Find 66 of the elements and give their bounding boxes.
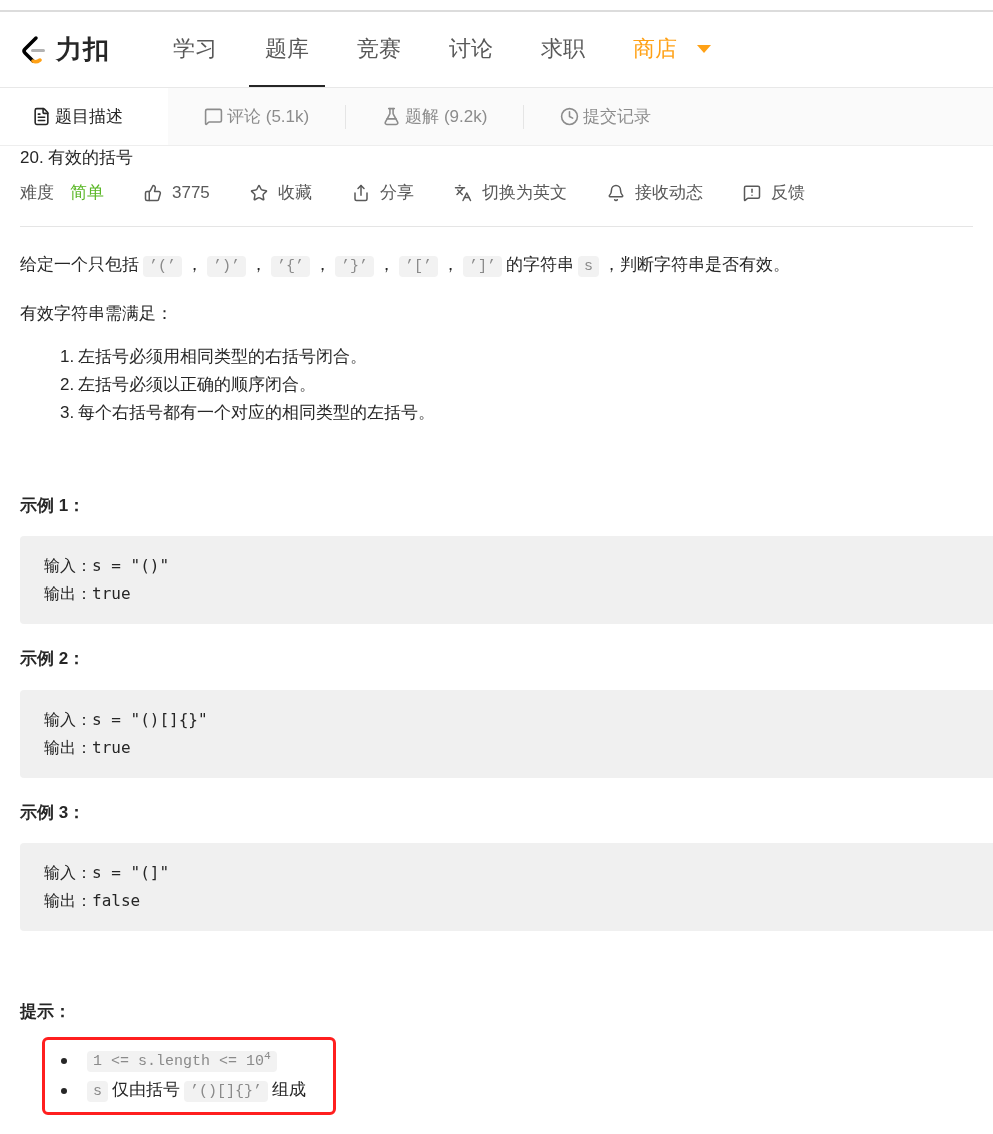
tab[interactable]: 题目描述 bbox=[0, 88, 168, 145]
code-line: 输入：s = "(]" bbox=[44, 862, 171, 884]
list-number: 3. bbox=[60, 401, 75, 424]
feedback-icon bbox=[742, 184, 761, 202]
problem-title: 20. 有效的括号 bbox=[20, 148, 135, 168]
description-text: 的字符串 bbox=[506, 255, 575, 274]
inline-code: ’()[]{}’ bbox=[184, 1080, 269, 1102]
difficulty-label: 难度 bbox=[20, 182, 54, 205]
document-icon bbox=[32, 107, 51, 126]
bullet-icon bbox=[61, 1057, 67, 1064]
description-text: 组成 bbox=[272, 1079, 307, 1099]
list-number: 1. bbox=[60, 345, 75, 368]
nav-link[interactable]: 讨论 bbox=[433, 12, 510, 87]
code-line: 输出：false bbox=[44, 890, 142, 912]
description-text: ， bbox=[442, 255, 460, 274]
thumbs-up-icon bbox=[144, 184, 162, 202]
bullet-icon bbox=[61, 1087, 67, 1094]
list-number: 2. bbox=[60, 373, 75, 396]
list-item-text: 左括号必须以正确的顺序闭合。 bbox=[78, 373, 317, 396]
clock-icon bbox=[560, 107, 580, 126]
example-title: 示例 1： bbox=[20, 494, 87, 517]
nav-link[interactable]: 学习 bbox=[157, 12, 234, 87]
code-line: 输入：s = "()" bbox=[44, 555, 171, 577]
inline-code: ’}’ bbox=[335, 256, 375, 277]
inline-code: ’[’ bbox=[399, 256, 439, 277]
bell-icon bbox=[606, 184, 625, 202]
logo-icon bbox=[20, 34, 48, 65]
nav-link[interactable]: 求职 bbox=[525, 12, 602, 87]
example-title: 示例 2： bbox=[20, 648, 87, 670]
inline-code: ’{’ bbox=[271, 256, 311, 277]
share-icon bbox=[351, 184, 370, 202]
logo-text: 力扣 bbox=[56, 33, 110, 66]
inline-code: 1 <= s.length <= 10$^{4}$ bbox=[87, 1050, 277, 1072]
description-text: ，判断字符串是否有效。 bbox=[603, 255, 791, 274]
action-button[interactable]: 分享 bbox=[351, 180, 414, 206]
list-item-text: 每个右括号都有一个对应的相同类型的左括号。 bbox=[78, 401, 436, 424]
caret-icon bbox=[697, 44, 712, 53]
requirement-intro: 有效字符串需满足： bbox=[20, 303, 174, 325]
difficulty-value: 简单 bbox=[70, 182, 104, 205]
code-line: 输出：true bbox=[44, 583, 132, 605]
code-line: 输入：s = "()[]{}" bbox=[44, 708, 209, 731]
comment-icon bbox=[204, 107, 223, 126]
translate-icon bbox=[453, 184, 472, 202]
description-text: 给定一个只包括 bbox=[20, 255, 139, 274]
action-button[interactable]: 收藏 bbox=[249, 180, 312, 206]
hints-title: 提示： bbox=[20, 1001, 72, 1023]
description-text: ， bbox=[250, 255, 268, 274]
description-text: ， bbox=[378, 255, 396, 274]
description-text: 仅由括号 bbox=[112, 1079, 180, 1099]
description-text: ， bbox=[314, 255, 332, 274]
inline-code: ’)’ bbox=[207, 256, 247, 277]
inline-code: s bbox=[87, 1080, 108, 1102]
inline-code: s bbox=[578, 256, 600, 277]
nav-link[interactable]: 竞赛 bbox=[341, 12, 418, 87]
example-title: 示例 3： bbox=[20, 801, 87, 824]
inline-code: ’]’ bbox=[463, 256, 503, 277]
action-button[interactable]: 反馈 bbox=[742, 180, 805, 206]
description-text: ， bbox=[186, 255, 203, 274]
inline-code: ’(’ bbox=[143, 256, 182, 277]
action-button[interactable]: 3775 bbox=[144, 180, 210, 206]
flask-icon bbox=[382, 107, 402, 126]
code-line: 输出：true bbox=[44, 736, 132, 759]
action-button[interactable]: 切换为英文 bbox=[453, 180, 567, 206]
star-icon bbox=[249, 184, 268, 202]
list-item-text: 左括号必须用相同类型的右括号闭合。 bbox=[78, 345, 368, 368]
action-button[interactable]: 接收动态 bbox=[606, 180, 703, 206]
